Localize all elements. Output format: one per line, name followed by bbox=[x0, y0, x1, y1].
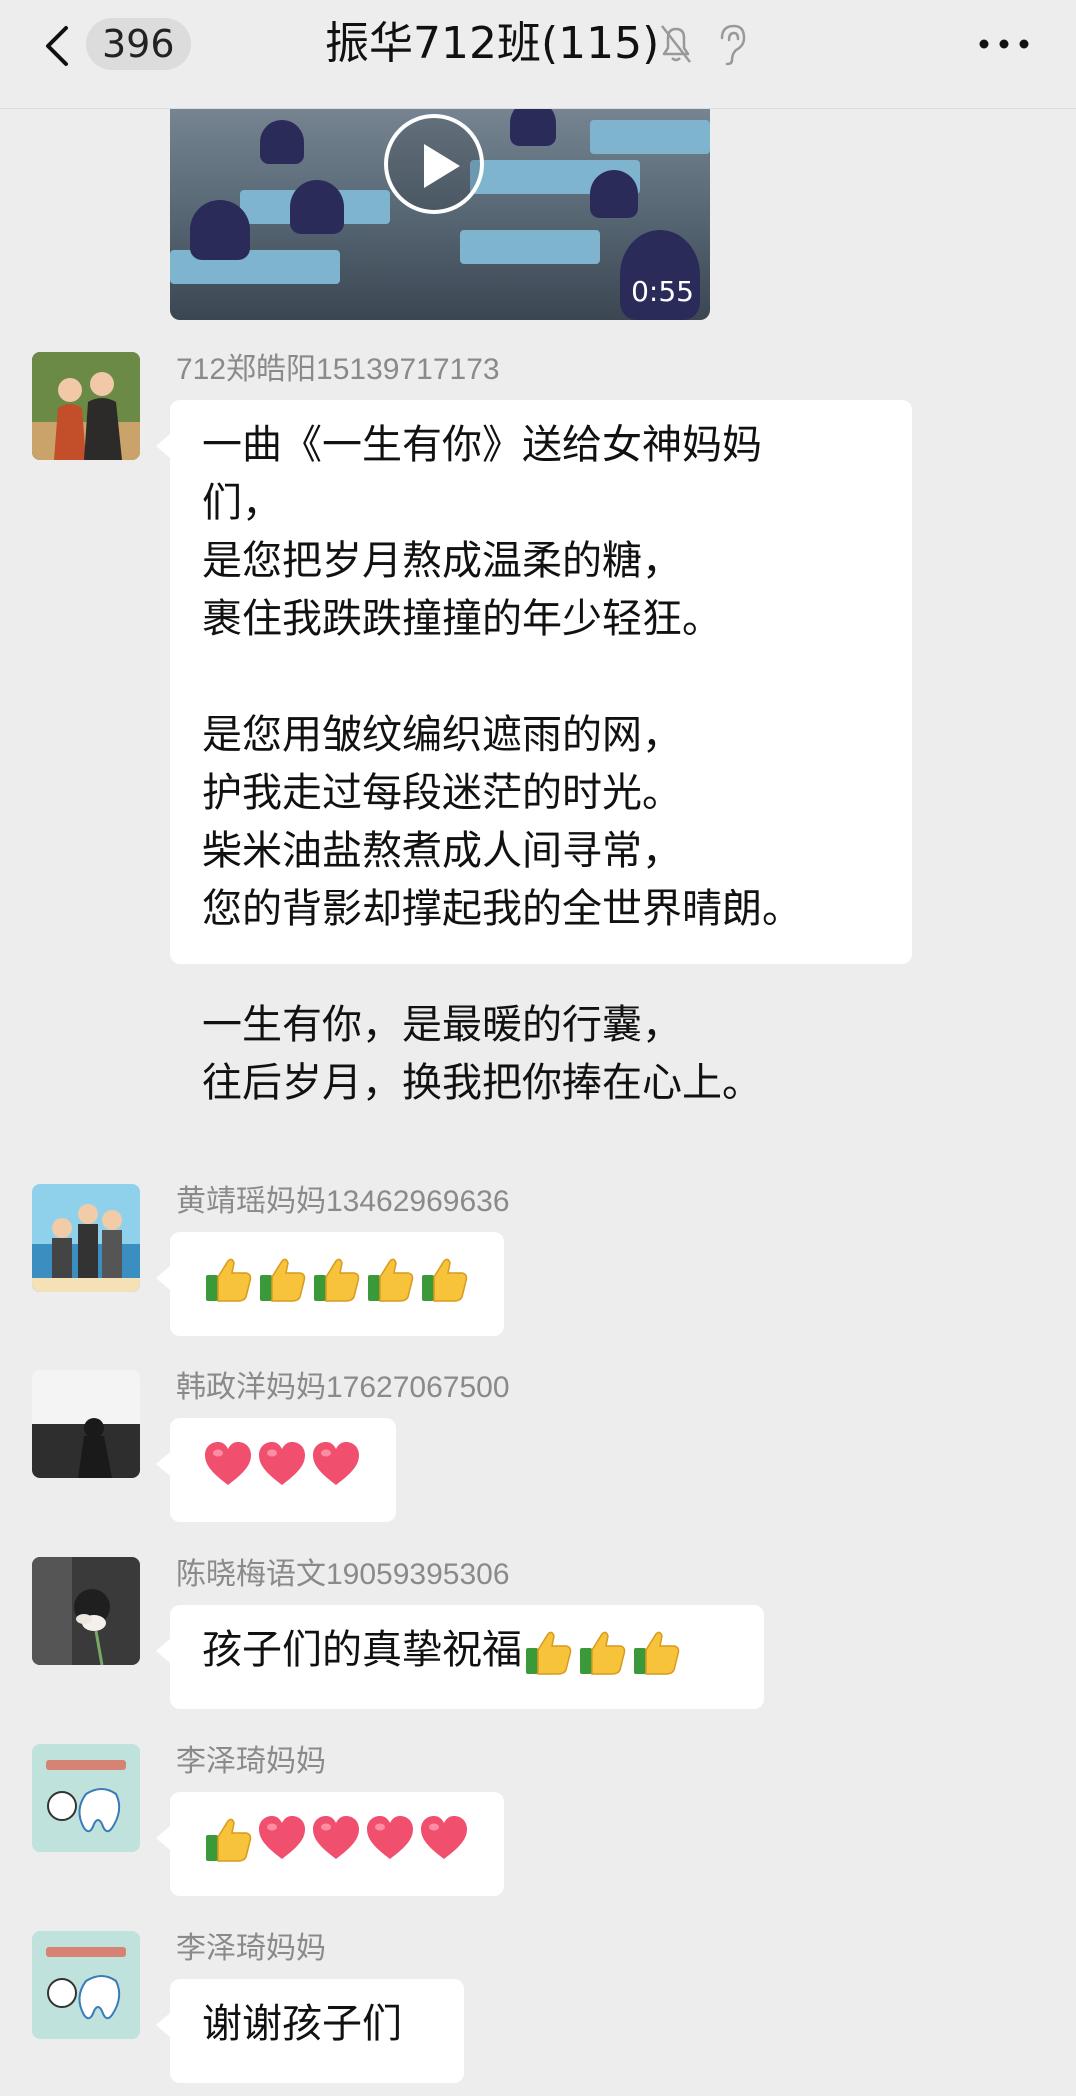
mute-bell-icon bbox=[661, 25, 691, 63]
message-line: 往后岁月，换我把你捧在心上。 bbox=[202, 1060, 762, 1106]
sender-name: 李泽琦妈妈 bbox=[176, 1932, 326, 1965]
video-frame-desk bbox=[460, 230, 600, 264]
heart-emoji-icon bbox=[256, 1813, 308, 1865]
chat-title: 振华712班(115) bbox=[325, 18, 660, 69]
message-text: 孩子们的真挚祝福 bbox=[202, 1627, 522, 1673]
thumbs-up-emoji-icon bbox=[310, 1253, 362, 1305]
video-duration: 0:55 bbox=[631, 275, 694, 308]
message-line: 护我走过每段迷茫的时光。 bbox=[202, 770, 682, 816]
thumbs-up-emoji-icon bbox=[256, 1253, 308, 1305]
video-frame-student bbox=[590, 170, 638, 218]
message-bubble[interactable] bbox=[156, 1418, 396, 1522]
message-line: 裹住我跌跌撞撞的年少轻狂。 bbox=[202, 596, 722, 642]
heart-emoji-icon bbox=[310, 1813, 362, 1865]
video-message[interactable]: 0:55 bbox=[170, 80, 710, 320]
video-frame-student bbox=[290, 180, 344, 234]
thumbs-up-emoji-icon bbox=[630, 1626, 682, 1678]
message-bubble[interactable]: 孩子们的真挚祝福 bbox=[156, 1605, 764, 1709]
avatar[interactable] bbox=[32, 1931, 140, 2039]
avatar-flower-image bbox=[32, 1557, 140, 1665]
message-line: 是您用皱纹编织遮雨的网， bbox=[202, 712, 682, 758]
message-text: 谢谢孩子们 bbox=[202, 2001, 402, 2047]
avatar-couple-image bbox=[32, 352, 140, 460]
avatar-cartoon-tooth-image bbox=[32, 1744, 140, 1852]
message-line: 一曲《一生有你》送给女神妈妈 bbox=[202, 422, 762, 468]
avatar-cartoon-tooth-image bbox=[32, 1931, 140, 2039]
play-icon bbox=[424, 144, 460, 188]
emoji-row bbox=[202, 1434, 364, 1492]
message-bubble[interactable]: 谢谢孩子们 bbox=[156, 1979, 464, 2083]
chat-header: 396 振华712班(115) bbox=[0, 0, 1076, 109]
heart-emoji-icon bbox=[256, 1439, 308, 1491]
heart-emoji-icon bbox=[202, 1439, 254, 1491]
video-frame-desk bbox=[590, 120, 710, 154]
heart-emoji-icon bbox=[418, 1813, 470, 1865]
more-options-icon[interactable] bbox=[976, 36, 1032, 52]
emoji-row bbox=[202, 1808, 472, 1866]
avatar[interactable] bbox=[32, 1184, 140, 1292]
unread-count-badge[interactable]: 396 bbox=[86, 18, 191, 70]
avatar[interactable] bbox=[32, 1744, 140, 1852]
heart-emoji-icon bbox=[364, 1813, 416, 1865]
avatar-silhouette-image bbox=[32, 1370, 140, 1478]
sender-name: 韩政洋妈妈17627067500 bbox=[176, 1371, 510, 1404]
earpiece-mode-icon bbox=[720, 24, 746, 66]
heart-emoji-icon bbox=[310, 1439, 362, 1491]
thumbs-up-emoji-icon bbox=[202, 1253, 254, 1305]
avatar-family-image bbox=[32, 1184, 140, 1292]
video-frame-student bbox=[190, 200, 250, 260]
video-frame-student bbox=[260, 120, 304, 164]
avatar[interactable] bbox=[32, 352, 140, 460]
avatar[interactable] bbox=[32, 1557, 140, 1665]
message-bubble[interactable] bbox=[156, 1232, 504, 1336]
message-line: 柴米油盐熬煮成人间寻常， bbox=[202, 828, 682, 874]
sender-name: 陈晓梅语文19059395306 bbox=[176, 1558, 510, 1591]
back-arrow-icon[interactable] bbox=[38, 22, 78, 70]
message-text: 一曲《一生有你》送给女神妈妈 们， 是您把岁月熬成温柔的糖， 裹住我跌跌撞撞的年少轻狂… bbox=[202, 416, 880, 1112]
sender-name: 黄靖瑶妈妈13462969636 bbox=[176, 1185, 510, 1218]
sender-name: 712郑皓阳15139717173 bbox=[176, 353, 500, 386]
emoji-row bbox=[522, 1627, 684, 1673]
message-line: 一生有你，是最暖的行囊， bbox=[202, 1002, 682, 1048]
thumbs-up-emoji-icon bbox=[202, 1813, 254, 1865]
thumbs-up-emoji-icon bbox=[522, 1626, 574, 1678]
emoji-row bbox=[202, 1248, 472, 1306]
play-button[interactable] bbox=[384, 114, 484, 214]
message-bubble[interactable]: 一曲《一生有你》送给女神妈妈 们， 是您把岁月熬成温柔的糖， 裹住我跌跌撞撞的年少轻狂… bbox=[156, 400, 912, 1106]
thumbs-up-emoji-icon bbox=[576, 1626, 628, 1678]
sender-name: 李泽琦妈妈 bbox=[176, 1745, 326, 1778]
thumbs-up-emoji-icon bbox=[364, 1253, 416, 1305]
avatar[interactable] bbox=[32, 1370, 140, 1478]
message-line: 是您把岁月熬成温柔的糖， bbox=[202, 538, 682, 584]
message-line: 们， bbox=[202, 480, 282, 526]
message-bubble[interactable] bbox=[156, 1792, 504, 1896]
message-line: 您的背影却撑起我的全世界晴朗。 bbox=[202, 886, 802, 932]
thumbs-up-emoji-icon bbox=[418, 1253, 470, 1305]
